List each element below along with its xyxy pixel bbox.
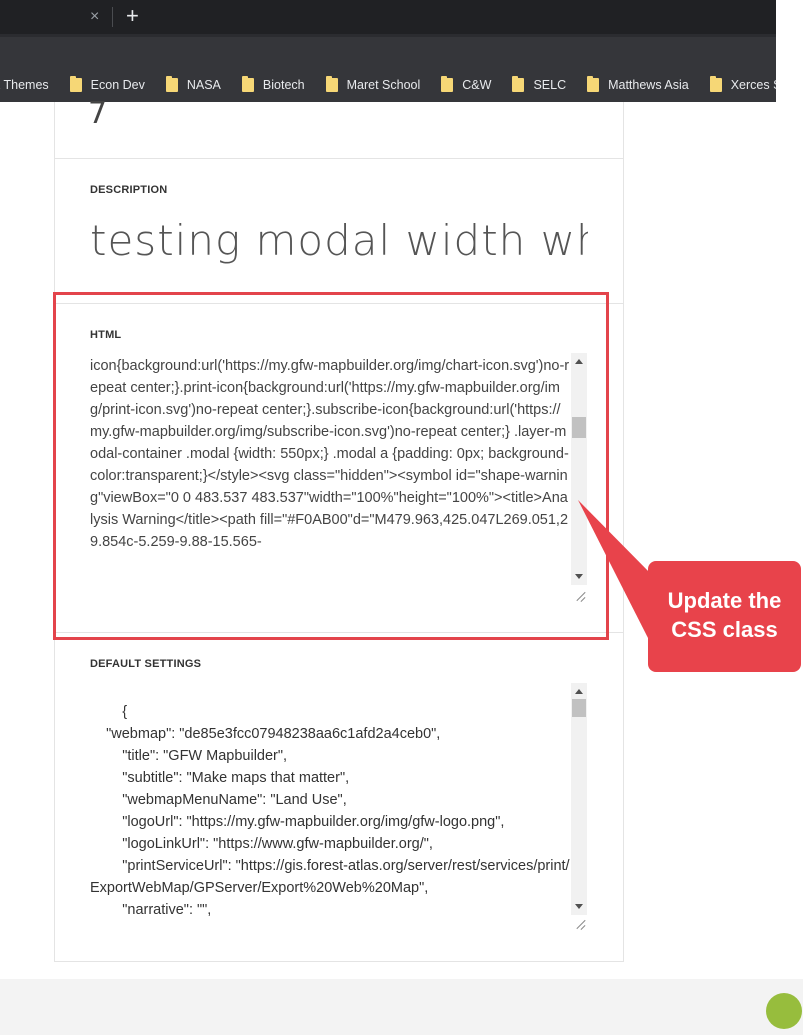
folder-icon xyxy=(165,76,178,92)
scroll-down-icon[interactable] xyxy=(575,904,583,909)
scroll-up-icon[interactable] xyxy=(575,689,583,694)
bookmarks-bar: k Themes Econ Dev NASA Biotech Maret Sch… xyxy=(0,68,776,102)
scroll-thumb[interactable] xyxy=(572,699,586,717)
close-tab-icon[interactable]: × xyxy=(90,8,99,26)
address-bar[interactable] xyxy=(0,34,776,68)
resize-handle-icon[interactable] xyxy=(575,918,587,930)
bookmark-label: k Themes xyxy=(0,78,49,92)
bookmark-item[interactable]: NASA xyxy=(165,76,221,92)
divider xyxy=(55,158,623,159)
new-tab-icon[interactable]: + xyxy=(126,4,139,28)
folder-icon xyxy=(69,76,82,92)
bookmark-label: Maret School xyxy=(346,78,421,92)
annotation-highlight-box xyxy=(53,292,609,640)
bookmark-item[interactable]: Biotech xyxy=(241,76,305,92)
bookmark-label: Biotech xyxy=(262,78,305,92)
default-settings-content: { "webmap": "de85e3fcc07948238aa6c1afd2a… xyxy=(90,704,570,918)
bookmark-item[interactable]: Maret School xyxy=(325,76,421,92)
default-settings-label: DEFAULT SETTINGS xyxy=(90,658,202,670)
bookmark-label: C&W xyxy=(462,78,492,92)
partial-field-value: 7 xyxy=(88,96,108,131)
bookmark-label: Econ Dev xyxy=(90,78,145,92)
bookmark-label: NASA xyxy=(186,78,221,92)
description-input[interactable]: testing modal width which is defined in … xyxy=(90,216,588,276)
bookmark-item[interactable]: Matthews Asia xyxy=(587,76,689,92)
bookmark-item[interactable]: C&W xyxy=(441,76,492,92)
bookmark-item[interactable]: Econ Dev xyxy=(69,76,145,92)
folder-icon xyxy=(587,76,600,92)
folder-icon xyxy=(709,76,722,92)
bookmark-item[interactable]: k Themes xyxy=(0,78,49,92)
folder-icon xyxy=(325,76,338,92)
bookmark-label: SELC xyxy=(533,78,567,92)
default-settings-textarea[interactable]: { "webmap": "de85e3fcc07948238aa6c1afd2a… xyxy=(90,683,588,931)
folder-icon xyxy=(512,76,525,92)
page-footer xyxy=(0,979,803,1035)
folder-icon xyxy=(241,76,254,92)
browser-tab-bar: × + xyxy=(0,0,776,34)
bookmark-label: Xerces Society xyxy=(730,78,776,92)
folder-icon xyxy=(441,76,454,92)
page-margin xyxy=(776,0,803,979)
description-label: DESCRIPTION xyxy=(90,184,168,196)
tab-divider xyxy=(112,7,113,27)
annotation-callout: Update the CSS class xyxy=(648,561,801,672)
bookmark-item[interactable]: SELC xyxy=(512,76,567,92)
chat-widget-button[interactable] xyxy=(766,993,802,1029)
bookmark-item[interactable]: Xerces Society xyxy=(709,76,776,92)
settings-scrollbar[interactable] xyxy=(571,683,587,915)
bookmark-label: Matthews Asia xyxy=(608,78,689,92)
